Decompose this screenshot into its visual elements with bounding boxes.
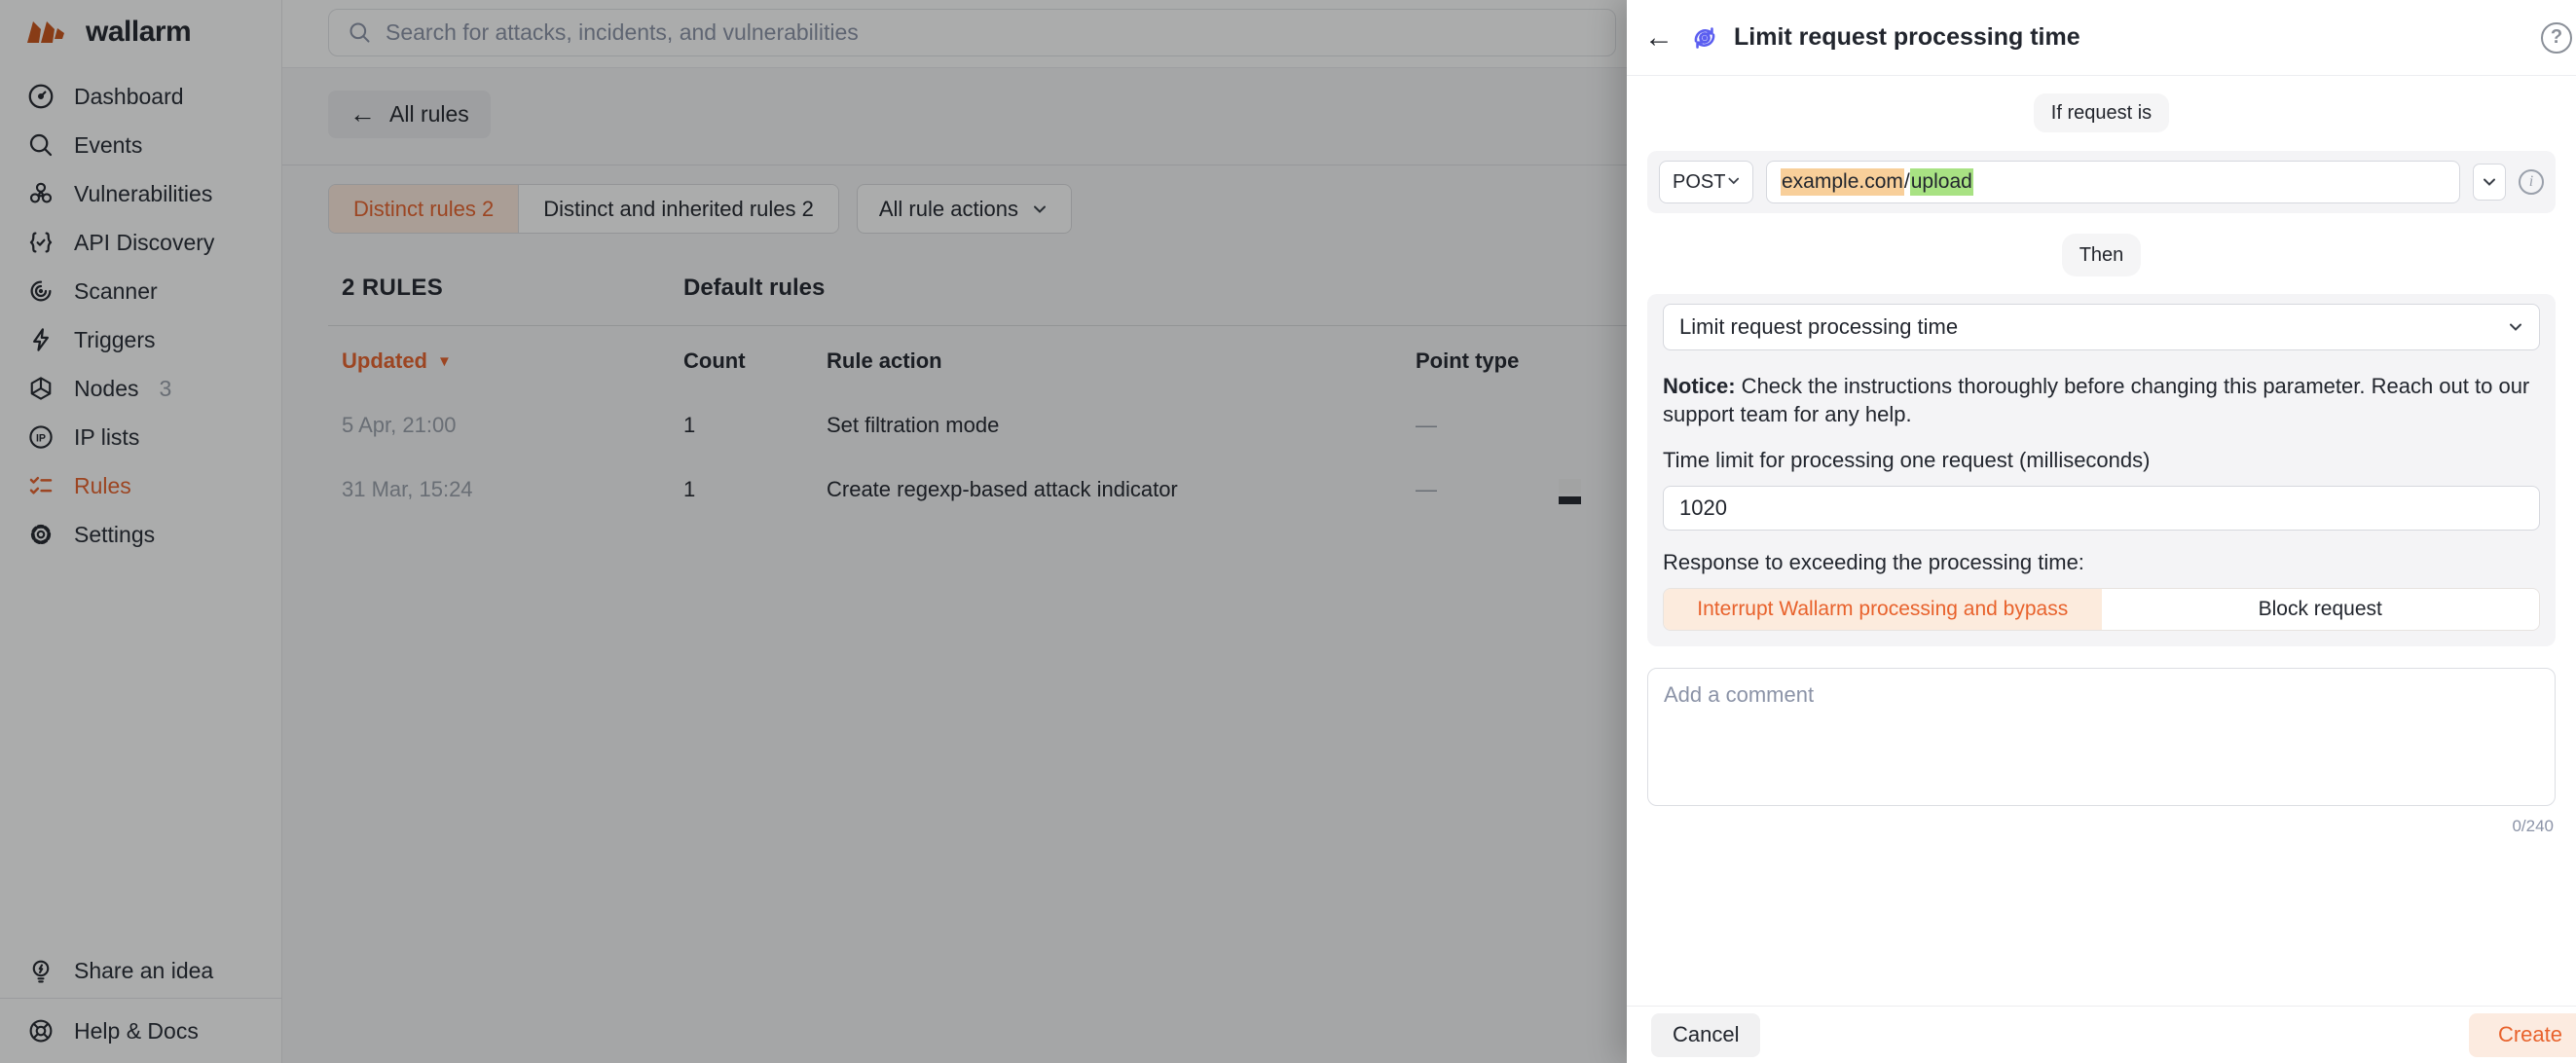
create-button[interactable]: Create [2469, 1013, 2576, 1057]
response-toggle: Interrupt Wallarm processing and bypass … [1663, 588, 2540, 631]
chevron-down-icon [1725, 172, 1743, 192]
if-request-is-pill: If request is [2034, 93, 2169, 132]
option-block-request[interactable]: Block request [2102, 589, 2540, 630]
drawer-back-button[interactable]: ← [1644, 21, 1677, 55]
comment-textarea[interactable] [1647, 668, 2556, 806]
notice-body: Check the instructions thoroughly before… [1663, 374, 2529, 426]
modal-backdrop[interactable] [0, 0, 1627, 1063]
chevron-down-icon [2506, 317, 2525, 337]
help-icon[interactable]: ? [2541, 22, 2572, 54]
char-counter: 0/240 [1647, 817, 2556, 836]
uri-input[interactable]: example.com/upload [1766, 161, 2460, 203]
uri-path-token: upload [1910, 168, 1973, 196]
method-value: POST [1673, 171, 1725, 194]
condition-options-button[interactable] [2473, 164, 2506, 201]
rule-type-select[interactable]: Limit request processing time [1663, 304, 2540, 350]
condition-row: POST example.com/upload i [1647, 151, 2556, 213]
rule-action-panel: Limit request processing time Notice: Ch… [1647, 294, 2556, 646]
time-limit-label: Time limit for processing one request (m… [1663, 448, 2540, 473]
drawer-body: If request is POST example.com/upload i … [1627, 76, 2576, 1006]
cancel-button[interactable]: Cancel [1651, 1013, 1760, 1057]
info-icon[interactable]: i [2519, 169, 2544, 195]
method-select[interactable]: POST [1659, 161, 1753, 203]
drawer-footer: Cancel Create [1627, 1006, 2576, 1063]
option-interrupt-bypass[interactable]: Interrupt Wallarm processing and bypass [1664, 589, 2102, 630]
rule-editor-drawer: ← Limit request processing time ? If req… [1627, 0, 2576, 1063]
time-limit-input[interactable] [1663, 486, 2540, 531]
chevron-down-icon [2480, 172, 2499, 192]
limit-processing-time-icon [1687, 20, 1722, 55]
then-pill: Then [2062, 234, 2142, 276]
rule-type-value: Limit request processing time [1679, 314, 1958, 340]
notice-text: Notice: Check the instructions thoroughl… [1663, 372, 2540, 428]
drawer-header: ← Limit request processing time ? [1627, 0, 2576, 76]
uri-host-token: example.com [1781, 168, 1904, 196]
notice-label: Notice: [1663, 374, 1736, 398]
drawer-title: Limit request processing time [1734, 23, 2080, 52]
response-label: Response to exceeding the processing tim… [1663, 550, 2540, 575]
